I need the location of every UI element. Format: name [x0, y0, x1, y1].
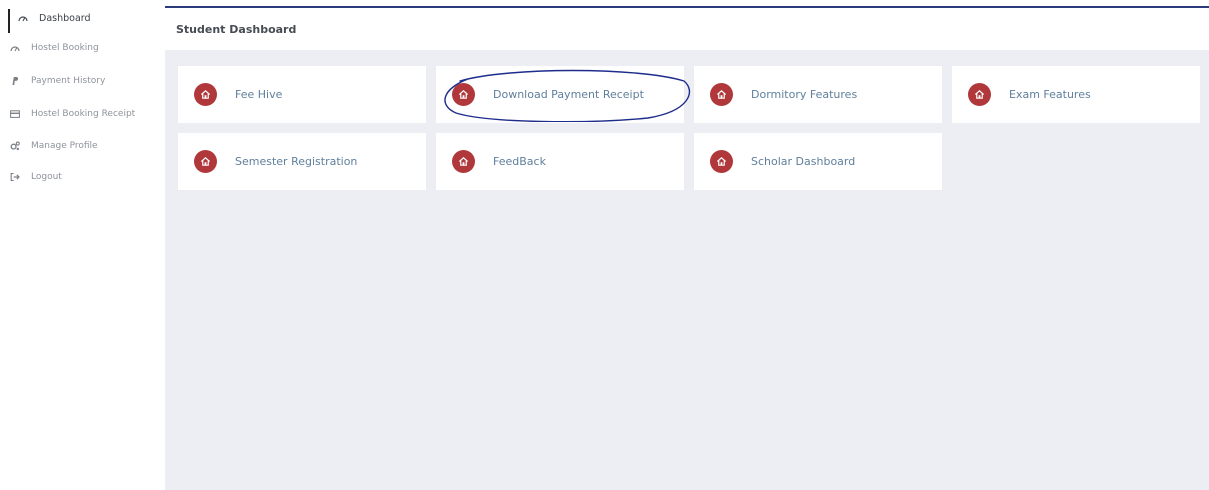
page-title: Student Dashboard — [176, 23, 297, 36]
sidebar-item-label: Dashboard — [39, 12, 91, 24]
sidebar-item-label: Payment History — [31, 76, 106, 86]
card-fee-hive[interactable]: Fee Hive — [178, 66, 426, 123]
active-indicator — [8, 9, 10, 33]
sidebar-item-hostel-booking-receipt[interactable]: Hostel Booking Receipt — [10, 105, 135, 123]
card-label: Semester Registration — [235, 155, 358, 168]
sidebar-item-payment-history[interactable]: Payment History — [10, 72, 105, 90]
sidebar-item-label: Manage Profile — [31, 141, 98, 151]
sidebar-item-hostel-booking[interactable]: Hostel Booking — [10, 39, 99, 57]
sidebar: Dashboard Hostel Booking Payment History… — [0, 0, 165, 490]
home-icon — [194, 83, 217, 106]
home-icon — [710, 150, 733, 173]
card-exam-features[interactable]: Exam Features — [952, 66, 1200, 123]
sidebar-item-label: Hostel Booking — [31, 43, 99, 53]
card-feedback[interactable]: FeedBack — [436, 133, 684, 190]
card-semester-registration[interactable]: Semester Registration — [178, 133, 426, 190]
sidebar-item-logout[interactable]: Logout — [10, 168, 62, 186]
sidebar-item-label: Logout — [31, 172, 62, 182]
card-label: Scholar Dashboard — [751, 155, 856, 168]
home-icon — [968, 83, 991, 106]
card-scholar-dashboard[interactable]: Scholar Dashboard — [694, 133, 942, 190]
card-dormitory-features[interactable]: Dormitory Features — [694, 66, 942, 123]
home-icon — [452, 83, 475, 106]
home-icon — [710, 83, 733, 106]
page-header: Student Dashboard — [165, 8, 1209, 50]
card-label: Dormitory Features — [751, 88, 858, 101]
card-download-payment-receipt[interactable]: Download Payment Receipt — [436, 66, 684, 123]
sidebar-item-manage-profile[interactable]: Manage Profile — [10, 137, 98, 155]
dashboard-icon — [10, 43, 20, 53]
home-icon — [194, 150, 217, 173]
gears-icon — [10, 141, 20, 151]
sidebar-item-label: Hostel Booking Receipt — [31, 109, 136, 119]
logout-icon — [10, 172, 20, 182]
home-icon — [452, 150, 475, 173]
card-label: FeedBack — [493, 155, 546, 168]
card-label: Exam Features — [1009, 88, 1091, 101]
dashboard-icon — [18, 13, 28, 23]
paypal-icon — [10, 76, 20, 86]
card-label: Fee Hive — [235, 88, 283, 101]
sidebar-item-dashboard[interactable]: Dashboard — [18, 9, 91, 27]
card-icon — [10, 109, 20, 119]
card-label: Download Payment Receipt — [493, 88, 644, 101]
